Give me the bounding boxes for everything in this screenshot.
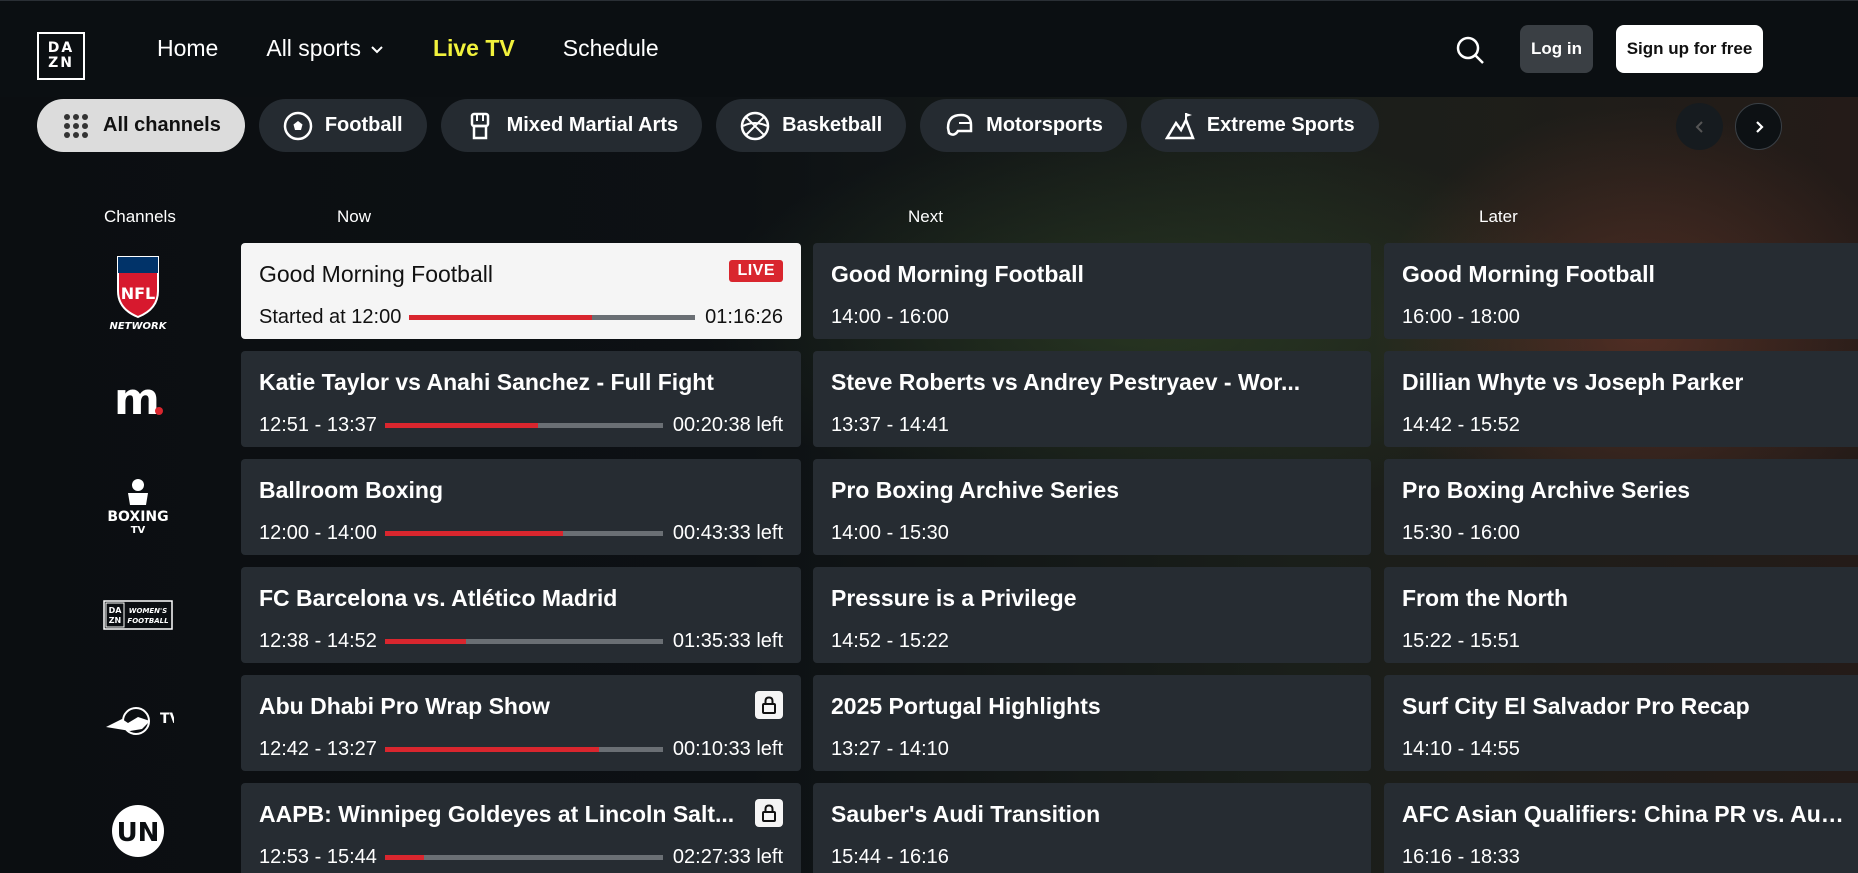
channel-logo-m[interactable]: m	[95, 351, 181, 447]
grid-icon	[64, 113, 88, 138]
basketball-icon	[740, 111, 770, 140]
program-next[interactable]: 2025 Portugal Highlights 13:27 - 14:10	[813, 675, 1371, 771]
svg-text:m: m	[114, 374, 160, 424]
program-next[interactable]: Good Morning Football 14:00 - 16:00	[813, 243, 1371, 339]
program-now[interactable]: Good Morning Football LIVE Started at 12…	[241, 243, 801, 339]
svg-text:TV: TV	[131, 525, 146, 536]
top-navigation-bar: DA ZN Home All sports Live TV Schedule L…	[0, 0, 1858, 97]
mountain-icon	[1164, 112, 1195, 139]
filter-extreme-sports[interactable]: Extreme Sports	[1140, 99, 1379, 152]
progress-bar	[384, 531, 663, 536]
program-later[interactable]: Pro Boxing Archive Series 15:30 - 16:00	[1384, 459, 1858, 555]
red-bull-tv-logo-icon: TV	[106, 707, 174, 735]
chevron-down-icon	[371, 45, 383, 53]
channel-row: NFL NETWORK Good Morning Football LIVE S…	[0, 243, 1858, 339]
search-icon[interactable]	[1455, 35, 1485, 65]
un-logo-icon: UN	[112, 805, 164, 857]
column-header-now: Now	[337, 207, 372, 226]
sport-filter-bar: All channels Football Mixed Martial Arts…	[37, 99, 1379, 152]
channel-row: UN AAPB: Winnipeg Goldeyes at Lincoln Sa…	[0, 783, 1858, 873]
main-nav: Home All sports Live TV Schedule	[157, 35, 659, 62]
channel-row: BOXING TV Ballroom Boxing 12:00 - 14:00 …	[0, 459, 1858, 555]
column-header-channels: Channels	[104, 207, 176, 226]
nav-home[interactable]: Home	[157, 35, 218, 62]
svg-text:DA: DA	[109, 606, 123, 615]
program-now[interactable]: Abu Dhabi Pro Wrap Show 12:42 - 13:27 00…	[241, 675, 801, 771]
progress-bar	[384, 747, 663, 752]
svg-text:WOMEN'S: WOMEN'S	[129, 607, 167, 615]
signup-button[interactable]: Sign up for free	[1616, 25, 1763, 73]
filter-all-channels[interactable]: All channels	[37, 99, 245, 152]
channel-logo-dazn-womens-football[interactable]: DA ZN WOMEN'S FOOTBALL	[95, 567, 181, 663]
boxing-tv-logo-icon: BOXING TV	[107, 479, 169, 536]
svg-text:TV: TV	[160, 711, 174, 727]
channel-row: m Katie Taylor vs Anahi Sanchez - Full F…	[0, 351, 1858, 447]
nav-live-tv[interactable]: Live TV	[433, 35, 515, 62]
chevron-right-icon	[1755, 120, 1764, 133]
channel-row: DA ZN WOMEN'S FOOTBALL FC Barcelona vs. …	[0, 567, 1858, 663]
progress-bar	[384, 855, 663, 860]
program-next[interactable]: Steve Roberts vs Andrey Pestryaev - Wor.…	[813, 351, 1371, 447]
channel-logo-un[interactable]: UN	[95, 783, 181, 873]
filter-basketball[interactable]: Basketball	[716, 99, 907, 152]
column-header-later: Later	[1479, 207, 1518, 226]
filter-football[interactable]: Football	[258, 99, 427, 152]
scroll-left-button[interactable]	[1676, 103, 1723, 150]
program-later[interactable]: Good Morning Football 16:00 - 18:00	[1384, 243, 1858, 339]
fist-icon	[470, 112, 489, 139]
dazn-logo[interactable]: DA ZN	[37, 32, 85, 80]
svg-text:BOXING: BOXING	[107, 509, 168, 525]
svg-text:NETWORK: NETWORK	[109, 321, 167, 331]
scroll-right-button[interactable]	[1735, 103, 1782, 150]
filter-motorsports[interactable]: Motorsports	[920, 99, 1127, 152]
program-next[interactable]: Pressure is a Privilege 14:52 - 15:22	[813, 567, 1371, 663]
helmet-icon	[946, 113, 973, 136]
channel-row: TV Abu Dhabi Pro Wrap Show 12:42 - 13:27…	[0, 675, 1858, 771]
program-next[interactable]: Sauber's Audi Transition 15:44 - 16:16	[813, 783, 1371, 873]
program-next[interactable]: Pro Boxing Archive Series 14:00 - 15:30	[813, 459, 1371, 555]
nav-schedule[interactable]: Schedule	[563, 35, 659, 62]
program-later[interactable]: Dillian Whyte vs Joseph Parker 14:42 - 1…	[1384, 351, 1858, 447]
live-badge: LIVE	[729, 260, 783, 282]
svg-text:UN: UN	[117, 818, 160, 848]
login-button[interactable]: Log in	[1520, 25, 1593, 73]
channel-logo-red-bull-tv[interactable]: TV	[95, 675, 181, 771]
soccer-ball-icon	[283, 111, 313, 140]
channel-logo-nfl-network[interactable]: NFL NETWORK	[95, 243, 181, 339]
nav-all-sports[interactable]: All sports	[266, 35, 385, 62]
lock-icon	[755, 799, 783, 827]
svg-text:NFL: NFL	[121, 284, 156, 303]
svg-text:FOOTBALL: FOOTBALL	[127, 617, 168, 625]
filter-mma[interactable]: Mixed Martial Arts	[440, 99, 703, 152]
chevron-left-icon	[1695, 120, 1703, 133]
m-logo-icon: m	[114, 374, 163, 424]
program-later[interactable]: From the North 15:22 - 15:51	[1384, 567, 1858, 663]
program-now[interactable]: AAPB: Winnipeg Goldeyes at Lincoln Salt.…	[241, 783, 801, 873]
progress-bar	[384, 639, 663, 644]
progress-bar	[384, 423, 663, 428]
program-later[interactable]: AFC Asian Qualifiers: China PR vs. Austr…	[1384, 783, 1858, 873]
nfl-shield-icon: NFL NETWORK	[109, 256, 168, 331]
dazn-womens-football-logo-icon: DA ZN WOMEN'S FOOTBALL	[103, 600, 173, 630]
column-header-next: Next	[908, 207, 943, 226]
program-now[interactable]: Katie Taylor vs Anahi Sanchez - Full Fig…	[241, 351, 801, 447]
program-later[interactable]: Surf City El Salvador Pro Recap 14:10 - …	[1384, 675, 1858, 771]
lock-icon	[755, 691, 783, 719]
program-now[interactable]: FC Barcelona vs. Atlético Madrid 12:38 -…	[241, 567, 801, 663]
channel-logo-boxing-tv[interactable]: BOXING TV	[95, 459, 181, 555]
program-now[interactable]: Ballroom Boxing 12:00 - 14:00 00:43:33 l…	[241, 459, 801, 555]
svg-text:ZN: ZN	[109, 616, 122, 625]
progress-bar	[409, 315, 696, 320]
